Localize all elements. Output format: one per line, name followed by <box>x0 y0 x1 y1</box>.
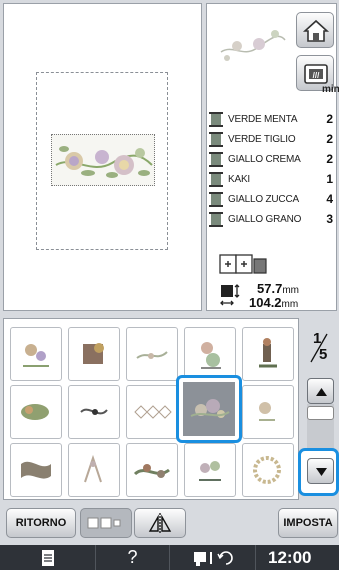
thread-row: GIALLO GRANO 3 <box>209 212 335 227</box>
thread-row: VERDE MENTA 2 <box>209 112 335 127</box>
minutes-column-header: min <box>322 84 339 95</box>
pattern-tile-selected[interactable] <box>176 375 242 443</box>
svg-text:///: /// <box>313 71 320 80</box>
thread-spool-icon <box>209 172 223 187</box>
document-icon <box>41 549 54 566</box>
thread-spool-icon <box>209 212 223 227</box>
pattern-tile[interactable] <box>10 443 62 497</box>
design-preview <box>51 134 155 186</box>
mirror-icon <box>148 513 172 533</box>
pattern-tile[interactable] <box>242 327 294 381</box>
multi-select-button[interactable] <box>80 508 132 538</box>
machine-status-button[interactable] <box>170 545 256 570</box>
pattern-tile[interactable] <box>126 443 178 497</box>
design-height: 57.7mm <box>257 281 299 296</box>
thread-row: GIALLO ZUCCA 4 <box>209 192 335 207</box>
thread-spool-icon <box>209 192 223 207</box>
pattern-tile[interactable] <box>184 327 236 381</box>
scroll-down-icon <box>316 468 327 476</box>
clock: 12:00 <box>268 548 312 567</box>
pattern-tile[interactable] <box>242 443 294 497</box>
thread-name: VERDE TIGLIO <box>228 134 296 145</box>
thread-row: GIALLO CREMA 2 <box>209 152 335 167</box>
imposta-button[interactable]: IMPOSTA <box>278 508 338 538</box>
multi-select-icon <box>87 517 121 529</box>
design-width: 104.2mm <box>249 295 299 310</box>
design-size-readout: 57.7mm 104.2mm <box>219 281 329 311</box>
thread-minutes: 1 <box>326 172 333 186</box>
pattern-tile[interactable] <box>242 385 294 439</box>
scroll-up-button[interactable] <box>307 378 334 404</box>
thread-name: GIALLO ZUCCA <box>228 194 299 205</box>
status-bar: ? 12:00 <box>0 545 339 570</box>
scroll-down-button[interactable] <box>307 458 334 484</box>
thread-minutes: 4 <box>326 192 333 206</box>
pattern-tile[interactable] <box>126 385 178 439</box>
total-pages: 5 <box>319 346 328 363</box>
home-button[interactable] <box>296 12 334 48</box>
machine-icon <box>193 550 233 566</box>
pattern-tile[interactable] <box>184 443 236 497</box>
scrollbar-thumb[interactable] <box>307 406 334 420</box>
mirror-button[interactable] <box>134 508 186 538</box>
pattern-tile[interactable] <box>10 385 62 439</box>
thread-name: VERDE MENTA <box>228 114 298 125</box>
hoop-frame-outline <box>36 72 168 250</box>
pattern-tile[interactable] <box>68 385 120 439</box>
thread-spool-icon <box>209 132 223 147</box>
pattern-tile[interactable] <box>68 327 120 381</box>
scroll-up-icon <box>316 388 327 396</box>
thread-minutes: 2 <box>326 152 333 166</box>
thread-name: GIALLO GRANO <box>228 214 302 225</box>
thread-name: GIALLO CREMA <box>228 154 301 165</box>
embroidery-pattern-screen: /// min VERDE MENTA 2 VERDE TIGLIO 2 GIALLO … <box>0 0 339 570</box>
page-indicator: 1 5 <box>303 328 335 368</box>
pattern-tile[interactable] <box>126 327 178 381</box>
thread-minutes: 2 <box>326 112 333 126</box>
pattern-tile[interactable] <box>68 443 120 497</box>
pattern-grid <box>3 318 299 500</box>
thread-row: KAKI 1 <box>209 172 335 187</box>
help-button[interactable]: ? <box>96 545 170 570</box>
thread-minutes: 3 <box>326 212 333 226</box>
thread-name: KAKI <box>228 174 250 185</box>
layout-icon <box>219 254 267 274</box>
pattern-thumbnail <box>213 14 293 76</box>
size-icon <box>220 284 240 306</box>
embroidery-preview <box>3 3 202 311</box>
layout-button[interactable] <box>218 253 270 275</box>
thread-spool-icon <box>209 112 223 127</box>
thread-row: VERDE TIGLIO 2 <box>209 132 335 147</box>
document-button[interactable] <box>0 545 96 570</box>
pattern-tile[interactable] <box>10 327 62 381</box>
home-icon <box>302 19 330 42</box>
thread-spool-icon <box>209 152 223 167</box>
thread-minutes: 2 <box>326 132 333 146</box>
ritorno-button[interactable]: RITORNO <box>6 508 76 538</box>
